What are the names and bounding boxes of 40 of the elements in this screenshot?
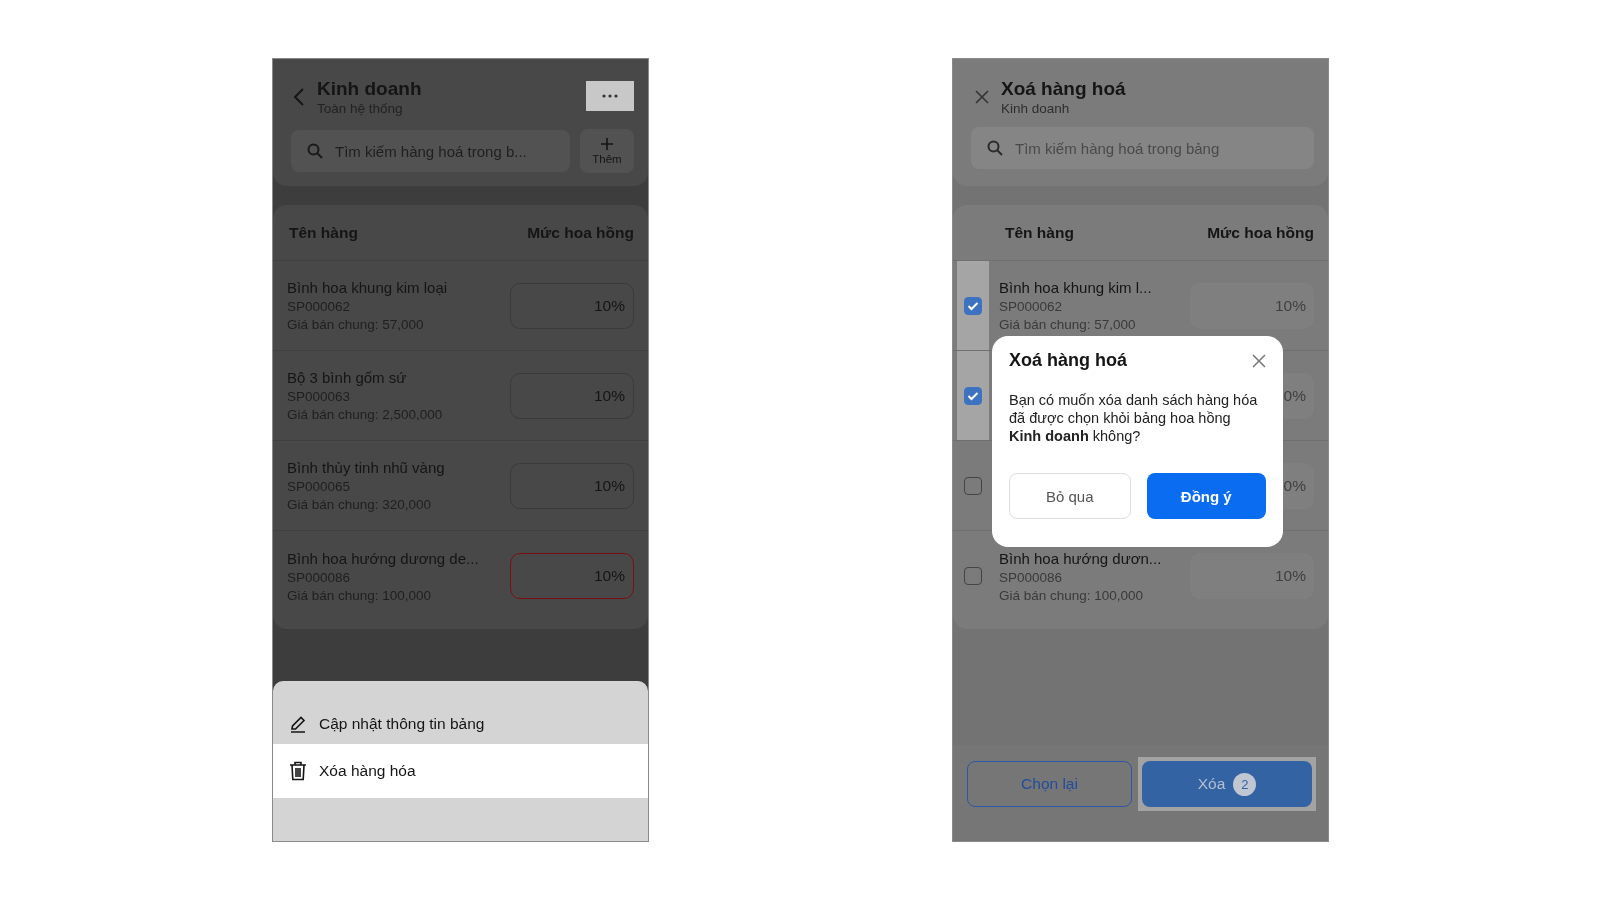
dialog-message: Bạn có muốn xóa danh sách hàng hóa đã được chọn khỏi bảng hoa hồng Kinh doanh không?	[1009, 391, 1259, 445]
product-code: SP000086	[999, 569, 1064, 585]
commission-field: 10%	[1190, 282, 1314, 329]
screen-subtitle: Kinh doanh	[1001, 101, 1071, 116]
product-price: Giá bán chung: 57,000	[999, 317, 1137, 332]
product-price: Giá bán chung: 100,000	[999, 587, 1145, 603]
row-checkbox[interactable]	[964, 567, 982, 585]
reset-button[interactable]: Chọn lại	[967, 761, 1132, 807]
search-icon	[987, 140, 1003, 156]
row-checkbox[interactable]	[964, 476, 982, 495]
confirm-button[interactable]: Đồng ý	[1146, 473, 1266, 519]
commission-field: 10%	[1190, 553, 1314, 599]
menu-item[interactable]: Cập nhật thông tin bảng	[273, 704, 648, 744]
search-input[interactable]: Tìm kiếm hàng hoá trong bảng	[1013, 138, 1298, 158]
cancel-button[interactable]: Bỏ qua	[1009, 473, 1131, 519]
screen-title: Xoá hàng hoá	[1001, 78, 1127, 100]
product-name: Bình hoa khung kim l...	[999, 279, 1153, 296]
product-name: Bình hoa hướng dươn...	[999, 549, 1163, 567]
pencil-icon	[289, 715, 307, 733]
delete-button[interactable]: Xóa 2	[1142, 761, 1312, 807]
check-icon	[967, 300, 979, 311]
count-badge: 2	[1233, 772, 1257, 796]
search-field[interactable]: Tìm kiếm hàng hoá trong bảng	[971, 127, 1314, 169]
add-button[interactable]: Thêm	[580, 129, 634, 173]
column-header: Mức hoa hồng	[1207, 223, 1314, 242]
row-checkbox[interactable]	[964, 386, 982, 405]
more-icon	[602, 94, 618, 98]
column-header: Tên hàng	[1005, 223, 1074, 242]
close-icon[interactable]	[975, 90, 989, 104]
row-checkbox[interactable]	[964, 296, 982, 315]
dialog-title: Xoá hàng hoá	[1009, 350, 1127, 371]
close-icon[interactable]	[1252, 353, 1266, 368]
plus-icon	[601, 137, 613, 150]
product-code: SP000062	[999, 299, 1064, 314]
trash-icon	[289, 761, 307, 781]
back-icon[interactable]	[293, 87, 305, 107]
search-icon	[307, 143, 323, 159]
more-button[interactable]	[586, 81, 634, 111]
menu-item[interactable]: Xóa hàng hóa	[273, 744, 648, 798]
check-icon	[967, 390, 979, 401]
